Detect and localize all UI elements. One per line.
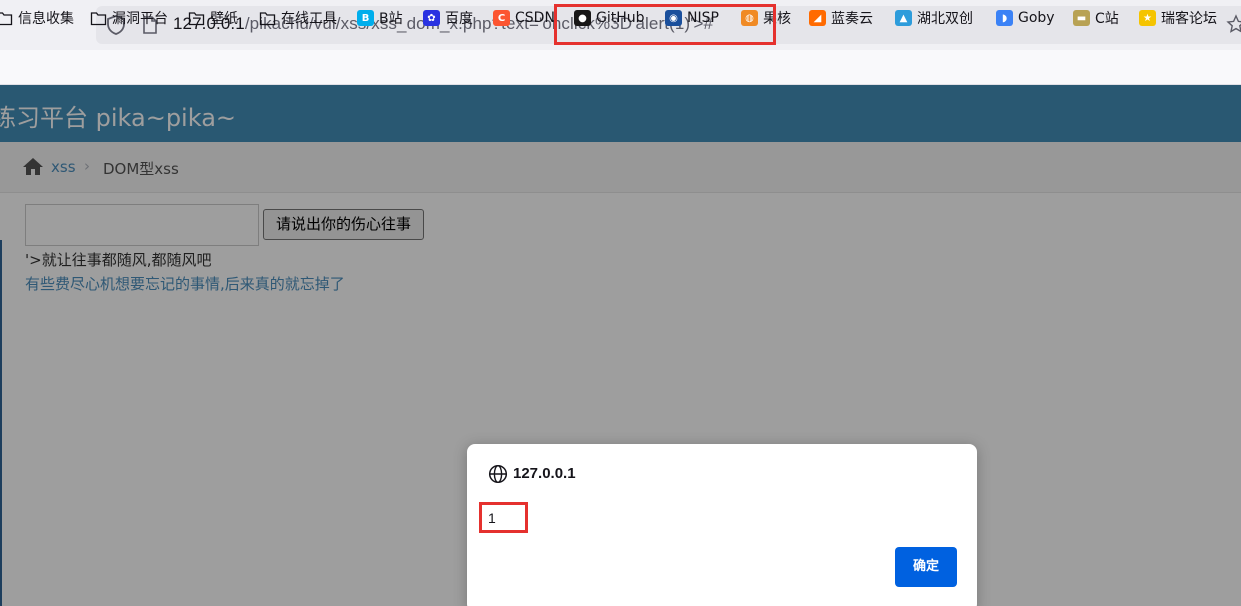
globe-icon — [488, 464, 508, 484]
bookmark-label: 蓝奏云 — [831, 11, 873, 27]
bookmark-item[interactable]: ▬ C站 — [1073, 8, 1119, 28]
bookmark-label: B站 — [379, 11, 403, 27]
bookmark-label: 百度 — [445, 11, 473, 27]
bookmark-label: C站 — [1095, 11, 1119, 27]
bookmark-item[interactable]: ▲ 湖北双创 — [895, 8, 973, 28]
bookmark-label: CSDN — [515, 10, 555, 26]
bookmark-item[interactable]: 在线工具 — [259, 8, 337, 28]
baidu-paw-icon: ✿ — [423, 10, 440, 26]
hubei-icon: ▲ — [895, 10, 912, 26]
bookmark-label: 漏洞平台 — [112, 11, 168, 27]
bookmark-star-icon[interactable] — [1226, 14, 1241, 34]
bookmark-item[interactable]: 漏洞平台 — [90, 8, 168, 28]
csdn-icon: C — [493, 10, 510, 26]
ok-button[interactable]: 确定 — [895, 547, 957, 587]
bookmark-item[interactable]: ◗ Goby — [996, 8, 1055, 28]
url-payload-highlight-box — [554, 4, 776, 45]
bookmark-item[interactable]: C CSDN — [493, 8, 555, 28]
folder-icon — [0, 11, 13, 25]
alert-value-highlight-box — [479, 502, 528, 533]
folder-icon — [90, 11, 107, 25]
goby-icon: ◗ — [996, 10, 1013, 26]
bookmark-label: 信息收集 — [18, 11, 74, 27]
folder-icon — [259, 11, 276, 25]
bilibili-icon: B — [357, 10, 374, 26]
bookmark-label: 湖北双创 — [917, 11, 973, 27]
bookmark-item[interactable]: B B站 — [357, 8, 403, 28]
bookmark-item[interactable]: 壁纸 — [188, 8, 238, 28]
bookmark-label: 壁纸 — [210, 11, 238, 27]
bookmark-item[interactable]: ✿ 百度 — [423, 8, 473, 28]
c-station-icon: ▬ — [1073, 10, 1090, 26]
bookmark-label: 瑞客论坛 — [1161, 11, 1217, 27]
bookmark-item[interactable]: 信息收集 — [0, 8, 74, 28]
dialog-origin: 127.0.0.1 — [513, 465, 576, 482]
lanzou-icon: ◢ — [809, 10, 826, 26]
bookmarks-toolbar — [0, 50, 1241, 85]
folder-icon — [188, 11, 205, 25]
bookmark-label: 在线工具 — [281, 11, 337, 27]
bookmark-item[interactable]: ★ 瑞客论坛 — [1139, 8, 1217, 28]
bookmark-item[interactable]: ◢ 蓝奏云 — [809, 8, 873, 28]
bookmark-label: Goby — [1018, 10, 1055, 26]
trophy-icon: ★ — [1139, 10, 1156, 26]
